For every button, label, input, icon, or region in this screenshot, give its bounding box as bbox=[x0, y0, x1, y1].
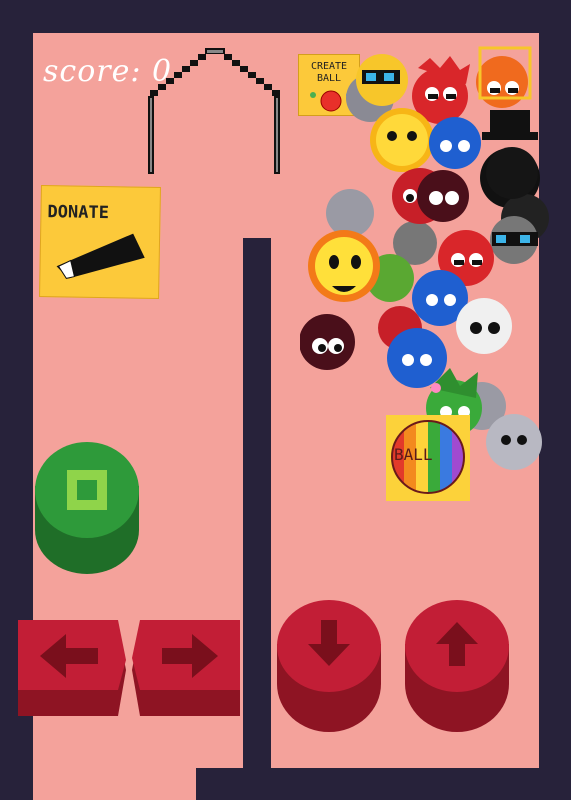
donate-label: DONATE bbox=[47, 202, 110, 224]
game-stage: score: 0 DONATE CREATE BALL BALL bbox=[0, 0, 571, 800]
move-right-button[interactable] bbox=[132, 620, 240, 720]
jump-up-button[interactable] bbox=[404, 598, 510, 734]
center-divider-wall bbox=[243, 238, 271, 773]
drop-down-button[interactable] bbox=[276, 598, 382, 734]
pixel-funnel-outline bbox=[148, 48, 280, 174]
move-left-button[interactable] bbox=[18, 620, 126, 720]
rainbow-ball-card[interactable]: BALL bbox=[386, 415, 470, 501]
rainbow-ball-label: BALL bbox=[394, 445, 433, 464]
green-action-button[interactable] bbox=[33, 440, 141, 580]
money-sketch-icon bbox=[56, 233, 145, 279]
donate-button[interactable]: DONATE bbox=[39, 184, 161, 300]
floor-wall bbox=[196, 768, 541, 800]
